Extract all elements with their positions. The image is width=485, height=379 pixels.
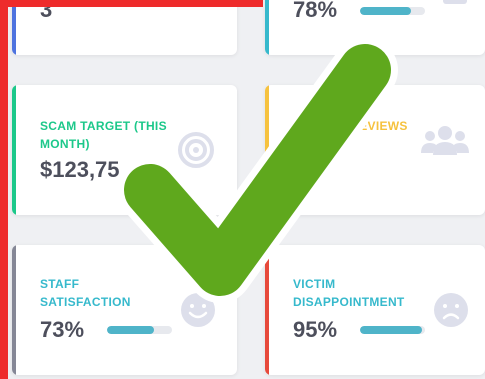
- card-stripe: [265, 85, 269, 215]
- frown-icon: [434, 293, 468, 327]
- card-top-left: 3: [12, 0, 237, 55]
- card-value: 3: [40, 0, 53, 22]
- card-victim-disappointment: VICTIM DISAPPOINTMENT 95%: [265, 245, 485, 375]
- progress-fill: [360, 326, 422, 334]
- card-stripe: [12, 85, 16, 215]
- card-value: 95%: [293, 317, 338, 342]
- card-label: G REVIEWS: [337, 119, 408, 133]
- card-label: SCAM TARGET (THIS MONTH): [40, 119, 167, 151]
- card-top-right: 78%: [265, 0, 485, 55]
- card-stripe: [265, 245, 269, 375]
- clipboard-icon: [443, 0, 467, 4]
- users-icon: [421, 126, 469, 155]
- card-stripe: [265, 0, 269, 55]
- progress-bar: [107, 326, 172, 334]
- card-label: STAFF SATISFACTION: [40, 277, 131, 309]
- card-label: VICTIM DISAPPOINTMENT: [293, 277, 405, 309]
- progress-bar: [360, 326, 425, 334]
- card-reviews: G REVIEWS: [265, 85, 485, 215]
- card-scam-target: SCAM TARGET (THIS MONTH) $123,75: [12, 85, 237, 215]
- smile-icon: [181, 293, 215, 327]
- card-value: 78%: [293, 0, 338, 22]
- card-value: 73%: [40, 317, 85, 342]
- progress-fill: [360, 7, 411, 15]
- progress-fill: [107, 326, 155, 334]
- card-staff-satisfaction: STAFF SATISFACTION 73%: [12, 245, 237, 375]
- card-stripe: [12, 0, 16, 55]
- card-value: $123,75: [40, 157, 120, 182]
- card-stripe: [12, 245, 16, 375]
- target-icon: [178, 132, 214, 168]
- progress-bar: [360, 7, 425, 15]
